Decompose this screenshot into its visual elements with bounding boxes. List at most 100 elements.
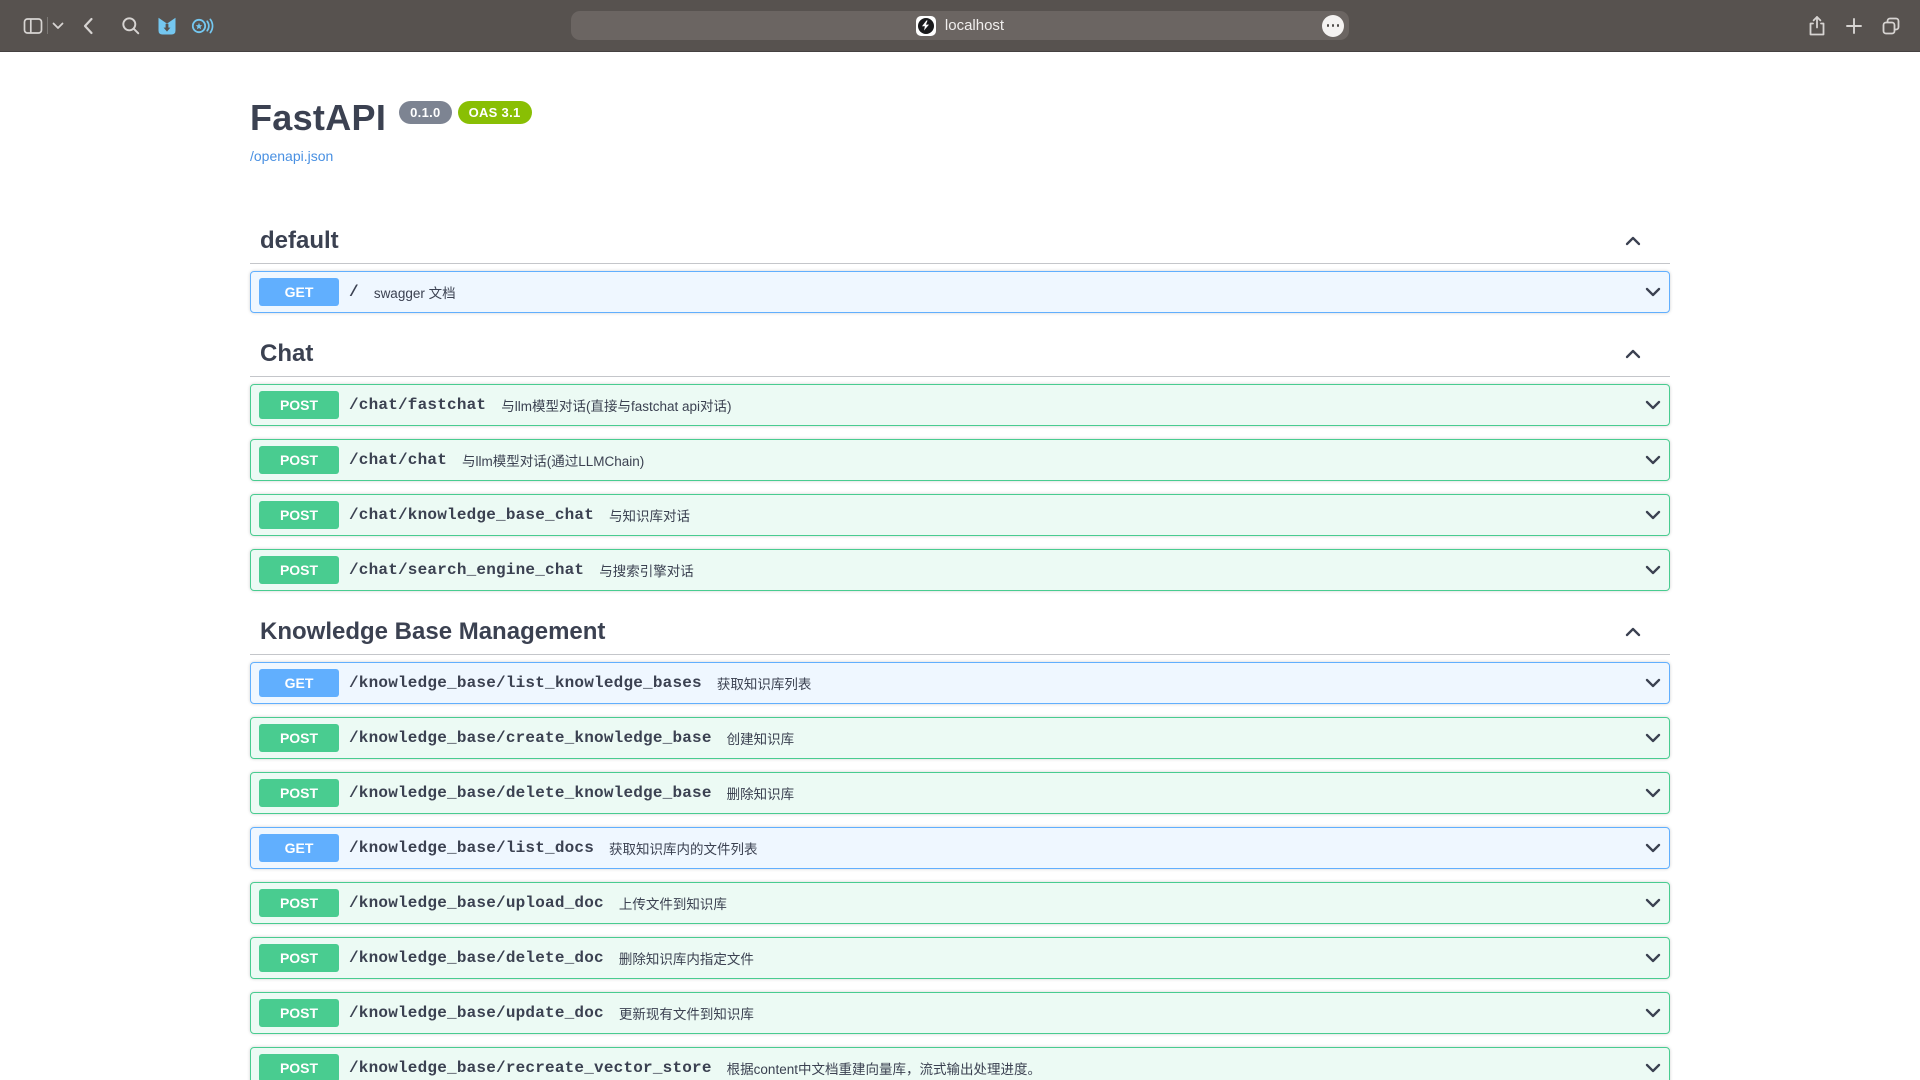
chevron-down-icon[interactable] — [1643, 838, 1663, 858]
browser-toolbar: localhost — [0, 0, 1920, 52]
endpoint-description: 与llm模型对话(通过LLMChain) — [462, 450, 644, 470]
endpoint-rows: GET /knowledge_base/list_knowledge_bases… — [250, 662, 1670, 1080]
endpoint-description: 上传文件到知识库 — [619, 893, 727, 913]
method-badge: POST — [259, 999, 339, 1027]
endpoint-description: 更新现有文件到知识库 — [619, 1003, 754, 1023]
new-tab-icon[interactable] — [1843, 15, 1865, 37]
endpoint-row[interactable]: POST /chat/knowledge_base_chat 与知识库对话 — [250, 494, 1670, 536]
version-badge: 0.1.0 — [399, 101, 451, 124]
endpoint-description: 根据content中文档重建向量库，流式输出处理进度。 — [727, 1058, 1041, 1078]
endpoint-path: /knowledge_base/recreate_vector_store — [349, 1059, 712, 1077]
endpoint-path: /knowledge_base/create_knowledge_base — [349, 729, 712, 747]
endpoint-path: / — [349, 283, 359, 301]
method-badge: POST — [259, 944, 339, 972]
method-badge: POST — [259, 724, 339, 752]
chevron-up-icon[interactable] — [1623, 344, 1643, 364]
chevron-down-icon[interactable] — [1643, 560, 1663, 580]
endpoint-path: /knowledge_base/list_docs — [349, 839, 594, 857]
endpoint-description: 删除知识库 — [727, 783, 795, 803]
chevron-down-icon[interactable] — [1643, 728, 1663, 748]
pinned-tab-clash-icon[interactable] — [156, 15, 178, 37]
section-title: default — [260, 227, 1623, 255]
chevron-down-icon[interactable] — [1643, 673, 1663, 693]
endpoint-row[interactable]: POST /knowledge_base/update_doc 更新现有文件到知… — [250, 992, 1670, 1034]
back-icon[interactable] — [77, 14, 101, 38]
method-badge: POST — [259, 779, 339, 807]
endpoint-path: /knowledge_base/upload_doc — [349, 894, 604, 912]
chevron-up-icon[interactable] — [1623, 622, 1643, 642]
api-section: default GET / swagger 文档 — [250, 222, 1670, 313]
sidebar-chevron-down-icon[interactable] — [52, 22, 64, 30]
method-badge: POST — [259, 1054, 339, 1080]
chevron-down-icon[interactable] — [1643, 505, 1663, 525]
endpoint-path: /chat/knowledge_base_chat — [349, 506, 594, 524]
endpoint-row[interactable]: GET /knowledge_base/list_knowledge_bases… — [250, 662, 1670, 704]
chevron-down-icon[interactable] — [1643, 282, 1663, 302]
endpoint-rows: GET / swagger 文档 — [250, 271, 1670, 313]
endpoint-path: /chat/fastchat — [349, 396, 486, 414]
endpoint-row[interactable]: GET / swagger 文档 — [250, 271, 1670, 313]
sidebar-toggle-icon[interactable] — [21, 14, 45, 38]
openapi-spec-link[interactable]: /openapi.json — [250, 148, 333, 164]
swagger-page: FastAPI 0.1.0 OAS 3.1 /openapi.json defa… — [0, 52, 1920, 1080]
endpoint-row[interactable]: POST /knowledge_base/delete_knowledge_ba… — [250, 772, 1670, 814]
endpoint-row[interactable]: POST /knowledge_base/create_knowledge_ba… — [250, 717, 1670, 759]
endpoint-path: /knowledge_base/list_knowledge_bases — [349, 674, 702, 692]
endpoint-row[interactable]: POST /chat/chat 与llm模型对话(通过LLMChain) — [250, 439, 1670, 481]
chevron-up-icon[interactable] — [1623, 231, 1643, 251]
endpoint-path: /knowledge_base/delete_doc — [349, 949, 604, 967]
api-info-block: FastAPI 0.1.0 OAS 3.1 /openapi.json — [250, 52, 1670, 166]
section-header[interactable]: default — [250, 222, 1670, 264]
endpoint-description: swagger 文档 — [374, 282, 456, 302]
method-badge: POST — [259, 889, 339, 917]
fastapi-bolt-icon — [918, 18, 934, 34]
endpoint-row[interactable]: GET /knowledge_base/list_docs 获取知识库内的文件列… — [250, 827, 1670, 869]
chevron-down-icon[interactable] — [1643, 948, 1663, 968]
page-title: FastAPI 0.1.0 OAS 3.1 — [250, 96, 1670, 139]
method-badge: GET — [259, 278, 339, 306]
endpoint-path: /knowledge_base/delete_knowledge_base — [349, 784, 712, 802]
title-badges: 0.1.0 OAS 3.1 — [399, 101, 531, 124]
tab-overview-icon[interactable] — [1879, 14, 1903, 38]
pinned-tab-broadcast-icon[interactable] — [190, 15, 216, 37]
endpoint-row[interactable]: POST /chat/search_engine_chat 与搜索引擎对话 — [250, 549, 1670, 591]
method-badge: POST — [259, 501, 339, 529]
toolbar-divider — [47, 17, 48, 34]
endpoint-description: 与llm模型对话(直接与fastchat api对话) — [501, 395, 731, 415]
url-text: localhost — [945, 17, 1004, 34]
share-icon[interactable] — [1805, 14, 1829, 38]
section-title: Knowledge Base Management — [260, 618, 1623, 646]
endpoint-rows: POST /chat/fastchat 与llm模型对话(直接与fastchat… — [250, 384, 1670, 591]
method-badge: GET — [259, 669, 339, 697]
method-badge: GET — [259, 834, 339, 862]
chevron-down-icon[interactable] — [1643, 1058, 1663, 1078]
section-header[interactable]: Knowledge Base Management — [250, 604, 1670, 655]
endpoint-path: /chat/chat — [349, 451, 447, 469]
address-bar[interactable]: localhost — [571, 11, 1349, 40]
endpoint-row[interactable]: POST /knowledge_base/recreate_vector_sto… — [250, 1047, 1670, 1080]
chevron-down-icon[interactable] — [1643, 1003, 1663, 1023]
endpoint-path: /knowledge_base/update_doc — [349, 1004, 604, 1022]
chevron-down-icon[interactable] — [1643, 893, 1663, 913]
api-section: Chat POST /chat/fastchat 与llm模型对话(直接与fas… — [250, 326, 1670, 591]
endpoint-row[interactable]: POST /knowledge_base/delete_doc 删除知识库内指定… — [250, 937, 1670, 979]
endpoint-description: 获取知识库内的文件列表 — [609, 838, 758, 858]
page-favicon — [916, 16, 936, 36]
method-badge: POST — [259, 556, 339, 584]
chevron-down-icon[interactable] — [1643, 450, 1663, 470]
chevron-down-icon[interactable] — [1643, 395, 1663, 415]
api-sections: default GET / swagger 文档 Chat POST /chat… — [250, 222, 1670, 1080]
chevron-down-icon[interactable] — [1643, 783, 1663, 803]
search-icon[interactable] — [119, 14, 143, 38]
api-section: Knowledge Base Management GET /knowledge… — [250, 604, 1670, 1080]
method-badge: POST — [259, 391, 339, 419]
endpoint-description: 与搜索引擎对话 — [599, 560, 694, 580]
method-badge: POST — [259, 446, 339, 474]
endpoint-row[interactable]: POST /chat/fastchat 与llm模型对话(直接与fastchat… — [250, 384, 1670, 426]
endpoint-row[interactable]: POST /knowledge_base/upload_doc 上传文件到知识库 — [250, 882, 1670, 924]
section-header[interactable]: Chat — [250, 326, 1670, 377]
more-ellipsis-icon[interactable] — [1322, 15, 1344, 37]
endpoint-path: /chat/search_engine_chat — [349, 561, 584, 579]
section-title: Chat — [260, 340, 1623, 368]
endpoint-description: 获取知识库列表 — [717, 673, 812, 693]
